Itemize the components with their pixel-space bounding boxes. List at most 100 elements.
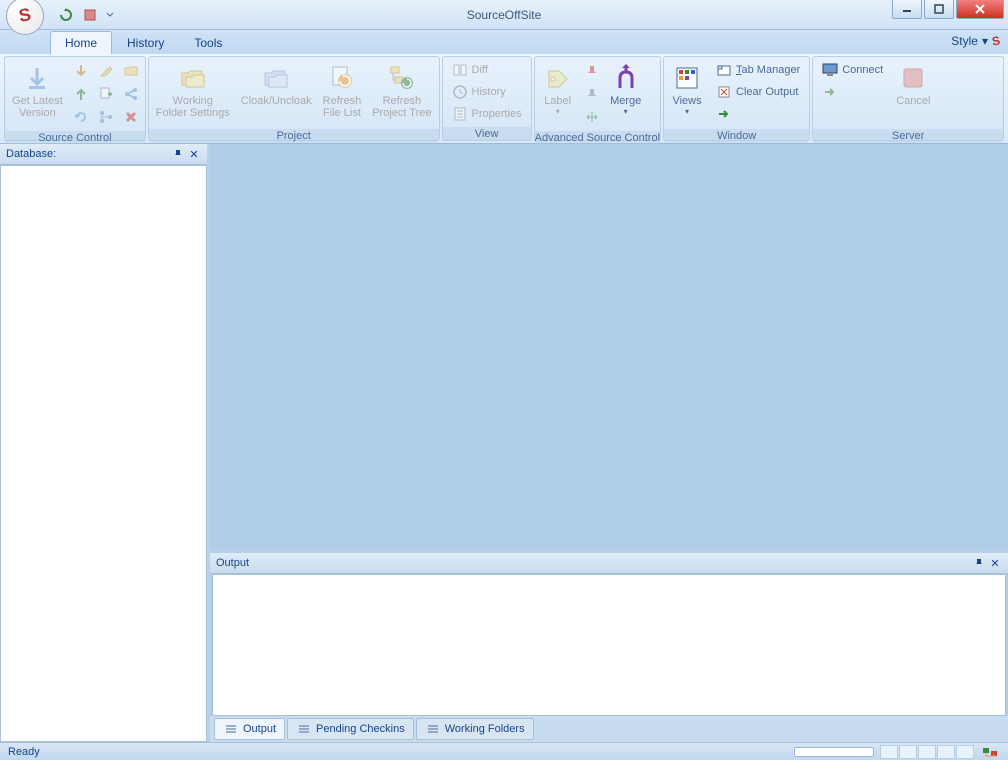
close-pane-icon[interactable]: ✕ xyxy=(988,556,1002,570)
ribbon-tab-row: Home History Tools Style ▾ S xyxy=(0,30,1008,54)
tab-tools[interactable]: Tools xyxy=(179,31,237,54)
cancel-button[interactable]: Cancel xyxy=(891,59,935,127)
folder-icon[interactable] xyxy=(120,60,142,82)
window-extra-button[interactable] xyxy=(709,103,807,125)
bottom-tab-output[interactable]: Output xyxy=(214,718,285,740)
close-button[interactable] xyxy=(956,0,1004,19)
output-pane-title: Output xyxy=(216,557,249,569)
delete-icon[interactable] xyxy=(120,106,142,128)
properties-button[interactable]: Properties xyxy=(445,103,529,125)
bottom-tab-working[interactable]: Working Folders xyxy=(416,718,534,740)
app-logo-icon: S xyxy=(17,4,32,27)
database-pane: Database: ✕ xyxy=(0,144,210,742)
group-label-server: Server xyxy=(813,129,1003,143)
tab-manager-button[interactable]: Tab Manager xyxy=(709,59,807,81)
pin-small-icon[interactable] xyxy=(581,60,603,82)
database-pane-header: Database: ✕ xyxy=(0,144,207,165)
refresh-tree-icon xyxy=(386,62,418,94)
edit-icon[interactable] xyxy=(95,60,117,82)
cloak-uncloak-button[interactable]: Cloak/Uncloak xyxy=(236,59,317,127)
pin-icon[interactable] xyxy=(171,147,185,161)
qat-stop-icon[interactable] xyxy=(80,5,100,25)
clock-icon xyxy=(452,84,468,100)
view-mode-4[interactable] xyxy=(937,745,955,759)
output-tab-strip: Output Pending Checkins Working Folders xyxy=(210,716,1008,742)
view-mode-3[interactable] xyxy=(918,745,936,759)
chevron-down-icon: ▾ xyxy=(624,107,628,116)
label-button[interactable]: Label ▾ xyxy=(537,59,579,127)
branch-icon[interactable] xyxy=(95,106,117,128)
group-label-advanced: Advanced Source Control xyxy=(535,131,660,145)
list-icon xyxy=(223,721,239,737)
tab-home[interactable]: Home xyxy=(50,31,112,54)
properties-icon xyxy=(452,106,468,122)
monitor-icon xyxy=(822,62,838,78)
refresh-file-icon xyxy=(326,62,358,94)
folders-icon xyxy=(177,62,209,94)
unpin-small-icon[interactable] xyxy=(581,83,603,105)
views-grid-icon xyxy=(671,62,703,94)
diff-button[interactable]: Diff xyxy=(445,59,529,81)
group-label-view: View xyxy=(443,127,531,141)
status-text: Ready xyxy=(8,746,40,758)
clear-icon xyxy=(716,84,732,100)
window-controls xyxy=(892,0,1004,19)
chevron-down-icon: ▾ xyxy=(556,107,560,116)
database-tree-body[interactable] xyxy=(0,165,207,742)
view-switcher xyxy=(880,745,974,759)
refresh-file-list-button[interactable]: Refresh File List xyxy=(318,59,367,127)
bottom-tab-pending[interactable]: Pending Checkins xyxy=(287,718,414,740)
title-bar: S SourceOffSite xyxy=(0,0,1008,30)
view-mode-2[interactable] xyxy=(899,745,917,759)
working-folder-settings-button[interactable]: Working Folder Settings xyxy=(151,59,235,127)
checkout-icon[interactable] xyxy=(70,60,92,82)
qat-refresh-icon[interactable] xyxy=(56,5,76,25)
app-logo-small-icon: S xyxy=(991,33,1001,48)
minimize-button[interactable] xyxy=(892,0,922,19)
stop-icon xyxy=(897,62,929,94)
output-pane-header: Output ✕ xyxy=(210,553,1008,574)
app-orb-button[interactable]: S xyxy=(6,0,44,35)
output-body[interactable] xyxy=(212,574,1006,716)
pin-icon[interactable] xyxy=(972,556,986,570)
arrow-right-green-icon xyxy=(822,84,838,100)
view-mode-1[interactable] xyxy=(880,745,898,759)
progress-bar xyxy=(794,747,874,757)
qat-dropdown-icon[interactable] xyxy=(104,5,116,25)
group-project: Working Folder Settings Cloak/Uncloak Re… xyxy=(148,56,440,141)
group-view: Diff History Properties View xyxy=(442,56,532,141)
refresh-project-tree-button[interactable]: Refresh Project Tree xyxy=(367,59,436,127)
group-window: Views ▾ Tab Manager Clear Output Window xyxy=(663,56,810,141)
group-server: Connect Cancel Server xyxy=(812,56,1004,141)
share-icon[interactable] xyxy=(120,83,142,105)
views-button[interactable]: Views ▾ xyxy=(666,59,708,127)
quick-access-toolbar xyxy=(56,5,116,25)
get-latest-version-button[interactable]: Get Latest Version xyxy=(7,59,68,127)
tab-manager-icon xyxy=(716,62,732,78)
group-advanced: Label ▾ Merge ▾ Advanced Source Control xyxy=(534,56,661,141)
merge-button[interactable]: Merge ▾ xyxy=(605,59,647,127)
move-small-icon[interactable] xyxy=(581,106,603,128)
maximize-button[interactable] xyxy=(924,0,954,19)
history-button[interactable]: History xyxy=(445,81,529,103)
server-extra-button[interactable] xyxy=(815,81,890,103)
add-file-icon[interactable] xyxy=(95,83,117,105)
style-label: Style xyxy=(951,34,978,48)
style-dropdown[interactable]: Style ▾ S xyxy=(951,34,1000,48)
tab-history[interactable]: History xyxy=(112,31,179,54)
undo-checkout-icon[interactable] xyxy=(70,106,92,128)
list-icon xyxy=(425,721,441,737)
output-pane: Output ✕ Output Pending Checkins xyxy=(210,550,1008,742)
close-pane-icon[interactable]: ✕ xyxy=(187,147,201,161)
chevron-down-icon: ▾ xyxy=(685,107,689,116)
diff-icon xyxy=(452,62,468,78)
list-icon xyxy=(296,721,312,737)
connect-button[interactable]: Connect xyxy=(815,59,890,81)
ribbon: Get Latest Version Source Control xyxy=(0,54,1008,144)
group-label-project: Project xyxy=(149,129,439,143)
view-mode-5[interactable] xyxy=(956,745,974,759)
cloak-folder-icon xyxy=(260,62,292,94)
tray-network-icon[interactable] xyxy=(980,744,1000,760)
checkin-icon[interactable] xyxy=(70,83,92,105)
clear-output-button[interactable]: Clear Output xyxy=(709,81,807,103)
